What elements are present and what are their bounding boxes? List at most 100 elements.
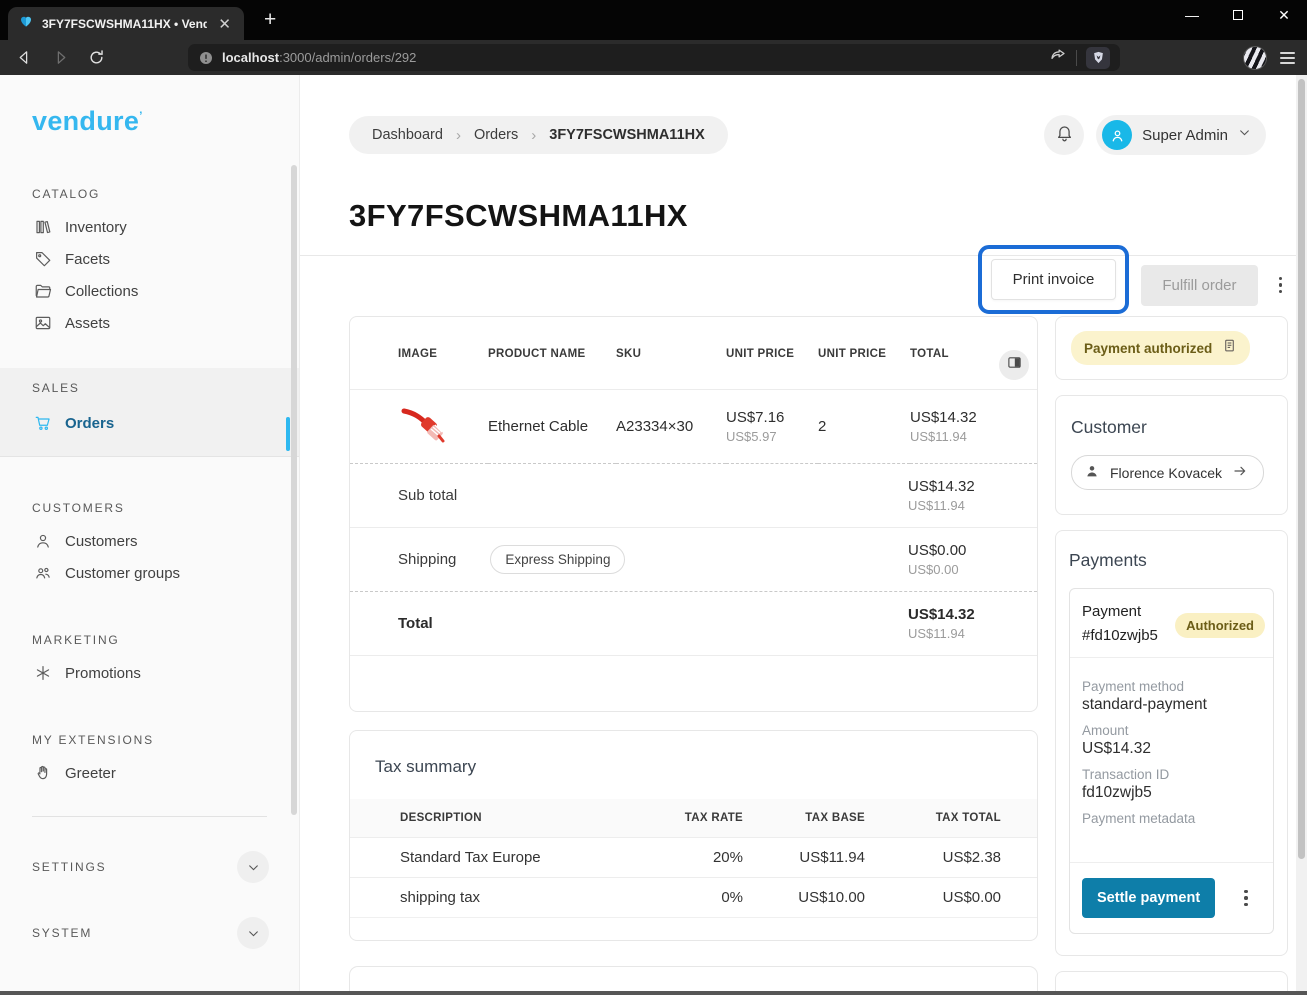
sidebar-item-label: Inventory (65, 219, 127, 236)
order-actions-kebab-icon[interactable] (1275, 273, 1287, 298)
order-lines-card: IMAGE PRODUCT NAME SKU UNIT PRICE UNIT P… (349, 316, 1038, 712)
sidebar-item-label: Orders (65, 415, 114, 432)
avatar (1102, 120, 1132, 150)
sidebar-item-inventory[interactable]: Inventory (0, 211, 299, 243)
customer-name: Florence Kovacek (1110, 465, 1222, 481)
tax-base: US$10.00 (743, 878, 865, 918)
tax-total: US$0.00 (865, 878, 1037, 918)
settle-payment-button[interactable]: Settle payment (1082, 878, 1215, 918)
product-name: Ethernet Cable (488, 418, 588, 435)
hand-icon (34, 764, 52, 782)
customer-link[interactable]: Florence Kovacek (1071, 455, 1264, 490)
sidebar-item-label: Collections (65, 283, 138, 300)
user-menu[interactable]: Super Admin (1096, 115, 1266, 155)
transaction-id-label: Transaction ID (1082, 767, 1261, 782)
unit-price-ex-tax: US$5.97 (726, 429, 818, 444)
customer-card: Customer Florence Kovacek (1055, 395, 1288, 515)
sidebar-item-promotions[interactable]: Promotions (0, 657, 299, 689)
fulfill-order-button[interactable]: Fulfill order (1141, 265, 1257, 306)
total-row: Total US$14.32 US$11.94 (350, 592, 1037, 656)
payment-detail-box: Payment #fd10zwjb5 Authorized Payment me… (1069, 588, 1274, 934)
tax-total: US$2.38 (865, 838, 1037, 878)
browser-profile-avatar[interactable] (1243, 46, 1267, 70)
sidebar-item-greeter[interactable]: Greeter (0, 757, 299, 789)
share-icon[interactable] (1049, 46, 1067, 69)
sidebar-item-assets[interactable]: Assets (0, 307, 299, 339)
brave-shield-icon[interactable] (1086, 47, 1110, 69)
main-content: Dashboard › Orders › 3FY7FSCWSHMA11HX Su… (300, 75, 1307, 995)
subtotal-value-ex-tax: US$11.94 (908, 498, 1037, 513)
order-state-card: Payment authorized (1055, 316, 1288, 380)
sidebar-section-customers: CUSTOMERS (32, 501, 299, 515)
browser-tab[interactable]: 3FY7FSCWSHMA11HX • Vendure ✕ (8, 7, 244, 40)
total-value: US$14.32 (908, 606, 1037, 623)
sidebar-item-facets[interactable]: Facets (0, 243, 299, 275)
amount-value: US$14.32 (1082, 740, 1261, 758)
sidebar-section-system[interactable]: SYSTEM (32, 883, 269, 949)
transaction-id-value: fd10zwjb5 (1082, 784, 1261, 802)
columns-icon (1007, 355, 1022, 375)
sidebar-scrollbar[interactable] (291, 165, 297, 815)
column-header: DESCRIPTION (350, 799, 630, 838)
chevron-right-icon: › (456, 127, 461, 144)
column-header: UNIT PRICE (818, 317, 910, 390)
column-header: SKU (616, 317, 726, 390)
page-scrollbar-thumb[interactable] (1298, 79, 1305, 859)
notifications-button[interactable] (1044, 115, 1084, 155)
order-state-badge[interactable]: Payment authorized (1071, 331, 1250, 365)
users-icon (34, 564, 52, 582)
table-header-row: IMAGE PRODUCT NAME SKU UNIT PRICE UNIT P… (350, 317, 1037, 390)
page-scrollbar[interactable] (1296, 75, 1307, 995)
browser-tab-bar: 3FY7FSCWSHMA11HX • Vendure ✕ + — ✕ (0, 0, 1307, 40)
line-total: US$14.32 (910, 409, 1037, 426)
bell-icon (1055, 123, 1074, 147)
window-maximize-button[interactable] (1215, 0, 1261, 30)
sidebar-item-customers[interactable]: Customers (0, 525, 299, 557)
shipping-method-chip[interactable]: Express Shipping (490, 545, 625, 574)
active-item-indicator (286, 417, 290, 451)
vendure-logo[interactable]: vendure’ (32, 106, 299, 137)
payment-status-badge: Authorized (1175, 613, 1265, 638)
column-picker-button[interactable] (999, 350, 1029, 380)
browser-toolbar: localhost:3000/admin/orders/292 (0, 40, 1307, 75)
vendure-favicon (18, 13, 34, 34)
breadcrumb-dashboard[interactable]: Dashboard (372, 127, 443, 143)
breadcrumb-order-code: 3FY7FSCWSHMA11HX (549, 127, 705, 143)
window-close-button[interactable]: ✕ (1261, 0, 1307, 30)
window-minimize-button[interactable]: — (1169, 0, 1215, 30)
forward-icon[interactable] (48, 46, 72, 70)
url-host: localhost (222, 50, 279, 65)
tag-icon (34, 250, 52, 268)
sidebar-item-customer-groups[interactable]: Customer groups (0, 557, 299, 589)
payment-kebab-icon[interactable] (1240, 886, 1252, 911)
sidebar-section-sales: SALES (32, 381, 299, 395)
customer-card-title: Customer (1071, 417, 1272, 438)
sidebar-section-settings[interactable]: SETTINGS (32, 817, 269, 883)
sidebar-section-my-extensions: MY EXTENSIONS (32, 733, 299, 747)
tax-summary-title: Tax summary (350, 731, 1037, 799)
chevron-down-icon[interactable] (237, 917, 269, 949)
url-bar[interactable]: localhost:3000/admin/orders/292 (188, 44, 1120, 71)
print-invoice-button[interactable]: Print invoice (991, 259, 1117, 300)
back-icon[interactable] (12, 46, 36, 70)
new-tab-button[interactable]: + (264, 8, 276, 32)
unit-price: US$7.16 (726, 409, 818, 426)
site-info-icon[interactable] (198, 50, 214, 66)
window-bottom-edge (0, 991, 1307, 995)
tab-close-icon[interactable]: ✕ (215, 15, 234, 33)
sidebar-item-collections[interactable]: Collections (0, 275, 299, 307)
browser-menu-icon[interactable] (1280, 52, 1295, 64)
chevron-down-icon[interactable] (237, 851, 269, 883)
page-title: 3FY7FSCWSHMA11HX (349, 198, 1307, 234)
total-label: Total (350, 615, 433, 632)
shipping-value-ex-tax: US$0.00 (908, 562, 1037, 577)
reload-icon[interactable] (84, 46, 108, 70)
subtotal-value: US$14.32 (908, 478, 1037, 495)
sidebar-item-orders[interactable]: Orders (0, 407, 299, 439)
table-row: shipping tax 0% US$10.00 US$0.00 (350, 878, 1037, 918)
tax-rate: 20% (630, 838, 743, 878)
breadcrumb-orders[interactable]: Orders (474, 127, 518, 143)
tax-description: shipping tax (350, 878, 630, 918)
folder-icon (34, 282, 52, 300)
url-path: :3000/admin/orders/292 (279, 50, 416, 65)
